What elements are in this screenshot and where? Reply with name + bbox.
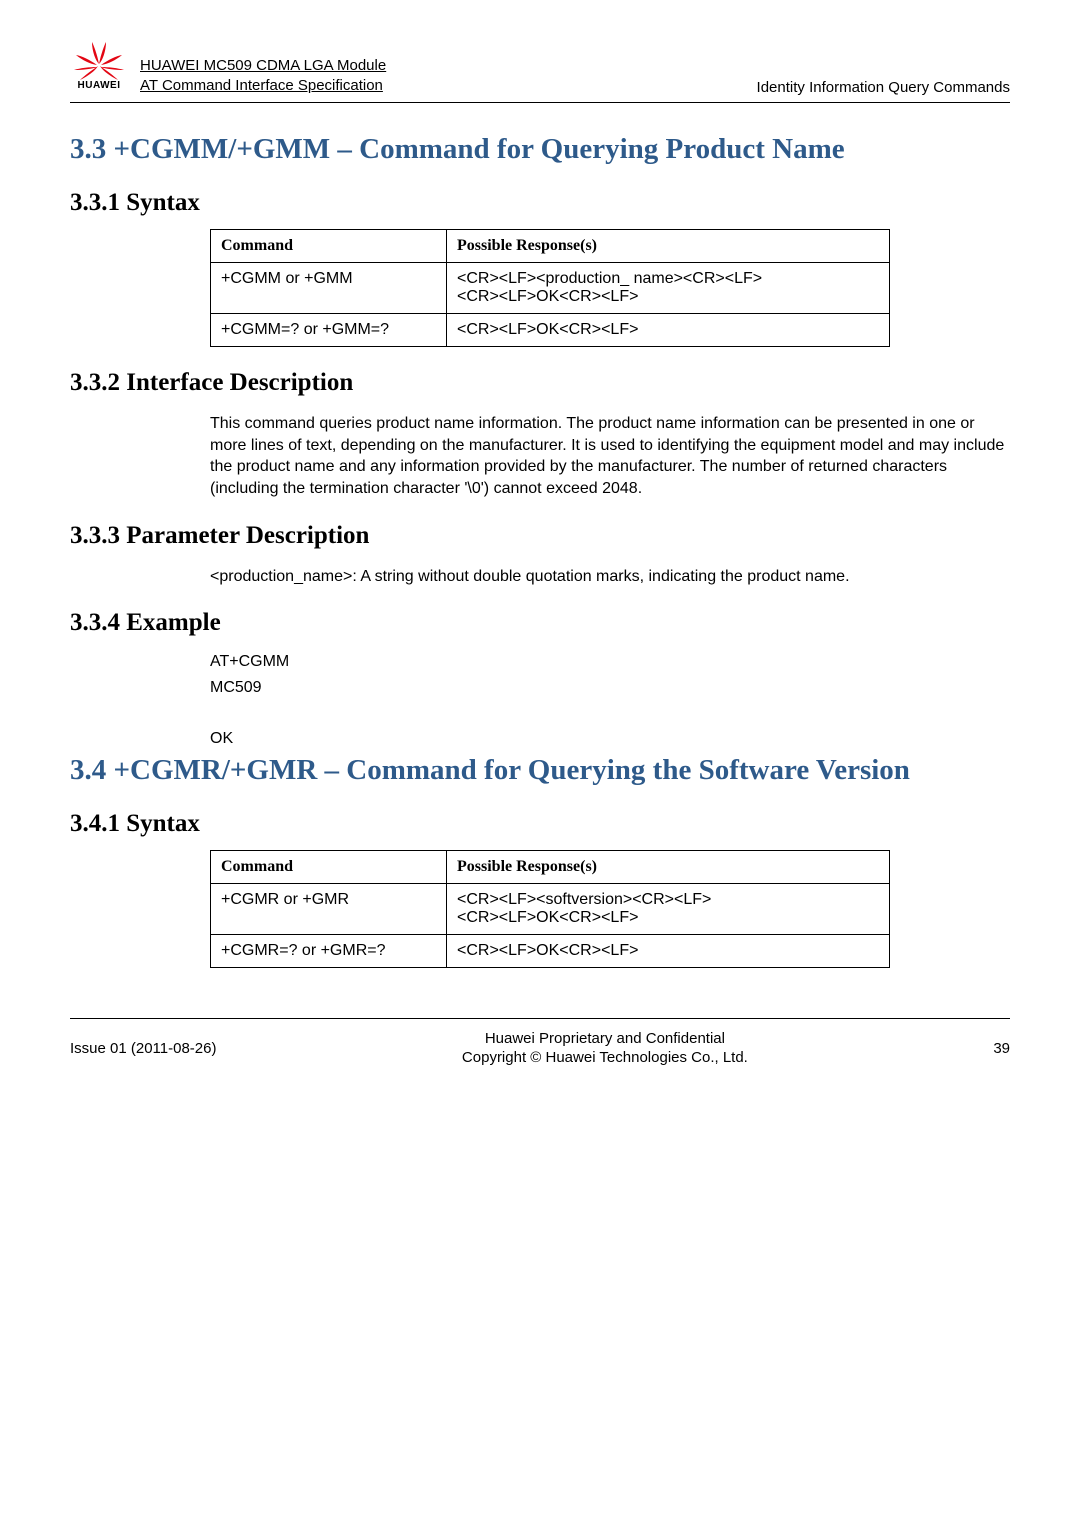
- example-block: AT+CGMM MC509 OK: [210, 649, 1010, 751]
- huawei-logo: HUAWEI: [70, 40, 128, 98]
- example-line: AT+CGMM: [210, 649, 1010, 675]
- section-3-3-3-heading: 3.3.3 Parameter Description: [70, 522, 1010, 550]
- page-header: HUAWEI HUAWEI MC509 CDMA LGA Module AT C…: [70, 40, 1010, 103]
- logo-text: HUAWEI: [70, 80, 128, 91]
- table-row: +CGMM=? or +GMM=? <CR><LF>OK<CR><LF>: [211, 314, 890, 347]
- section-3-4-1-heading: 3.4.1 Syntax: [70, 810, 1010, 838]
- footer-page-number: 39: [993, 1040, 1010, 1057]
- section-3-3-1-heading: 3.3.1 Syntax: [70, 189, 1010, 217]
- interface-description-body: This command queries product name inform…: [210, 413, 1010, 499]
- table-row: +CGMR=? or +GMR=? <CR><LF>OK<CR><LF>: [211, 934, 890, 967]
- table-header-response: Possible Response(s): [447, 230, 890, 263]
- section-3-4-title: 3.4 +CGMR/+GMR – Command for Querying th…: [70, 752, 1010, 788]
- section-3-3-2-heading: 3.3.2 Interface Description: [70, 369, 1010, 397]
- footer-center: Huawei Proprietary and Confidential Copy…: [216, 1029, 993, 1068]
- table-cell: +CGMR or +GMR: [211, 883, 447, 934]
- syntax-table-cgmr: Command Possible Response(s) +CGMR or +G…: [210, 850, 890, 968]
- example-line: [210, 700, 1010, 726]
- page-footer: Issue 01 (2011-08-26) Huawei Proprietary…: [70, 1018, 1010, 1068]
- table-cell: +CGMM=? or +GMM=?: [211, 314, 447, 347]
- doc-title-1: HUAWEI MC509 CDMA LGA Module: [140, 56, 757, 76]
- table-cell: +CGMR=? or +GMR=?: [211, 934, 447, 967]
- table-cell: <CR><LF>OK<CR><LF>: [447, 934, 890, 967]
- example-line: OK: [210, 726, 1010, 752]
- example-line: MC509: [210, 675, 1010, 701]
- table-row: +CGMM or +GMM <CR><LF><production_ name>…: [211, 263, 890, 314]
- parameter-description-body: <production_name>: A string without doub…: [210, 566, 1010, 588]
- table-cell: <CR><LF><production_ name><CR><LF> <CR><…: [447, 263, 890, 314]
- header-right: Identity Information Query Commands: [757, 79, 1010, 98]
- doc-title-2: AT Command Interface Specification: [140, 76, 757, 96]
- syntax-table-cgmm: Command Possible Response(s) +CGMM or +G…: [210, 229, 890, 347]
- table-header-command: Command: [211, 850, 447, 883]
- table-cell: <CR><LF><softversion><CR><LF> <CR><LF>OK…: [447, 883, 890, 934]
- table-header-command: Command: [211, 230, 447, 263]
- table-cell: <CR><LF>OK<CR><LF>: [447, 314, 890, 347]
- section-3-3-4-heading: 3.3.4 Example: [70, 609, 1010, 637]
- table-cell: +CGMM or +GMM: [211, 263, 447, 314]
- header-titles: HUAWEI MC509 CDMA LGA Module AT Command …: [140, 56, 757, 99]
- table-header-response: Possible Response(s): [447, 850, 890, 883]
- section-3-3-title: 3.3 +CGMM/+GMM – Command for Querying Pr…: [70, 131, 1010, 167]
- footer-issue: Issue 01 (2011-08-26): [70, 1040, 216, 1057]
- table-row: +CGMR or +GMR <CR><LF><softversion><CR><…: [211, 883, 890, 934]
